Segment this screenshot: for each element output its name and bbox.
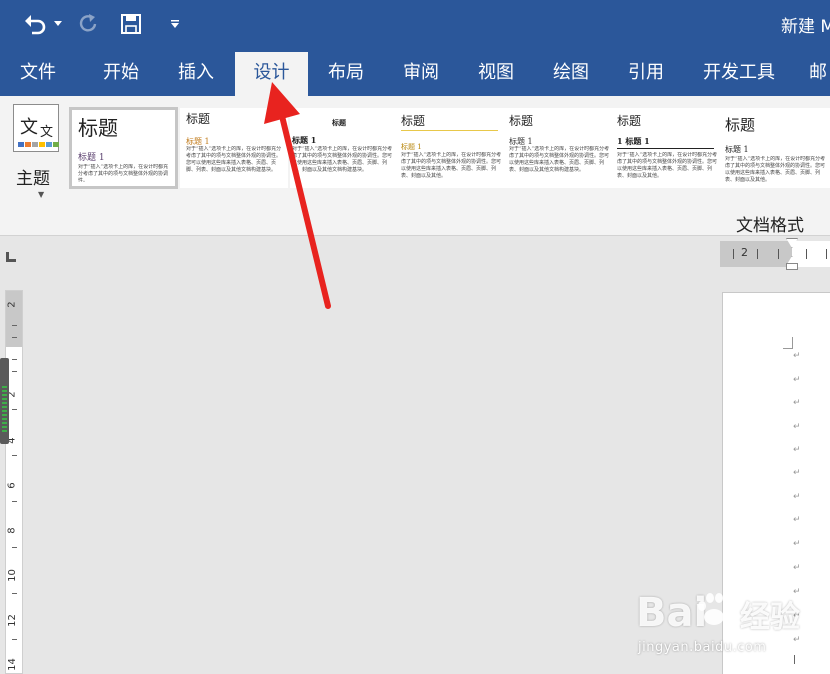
ruler-tick — [12, 337, 17, 338]
ruler-tick — [12, 547, 17, 548]
watermark-url: jingyan.baidu.com — [638, 640, 767, 655]
watermark: Bai 经验 jingyan.baidu.com — [636, 590, 826, 670]
themes-label: 主题 — [16, 169, 50, 189]
paw-logo-icon — [698, 593, 731, 625]
ruler-number: 12 — [6, 614, 18, 627]
ruler-number: 10 — [6, 569, 18, 582]
left-tab-stop-icon — [6, 252, 16, 262]
ruler-tick — [12, 359, 17, 360]
undo-button[interactable] — [22, 10, 48, 38]
annotation-arrow — [264, 82, 331, 309]
style-set-thumbnail[interactable]: 标题 标题 1 对于“插入”选项卡上的库，在设计时都充分考虑了其中的项与文档整体… — [722, 108, 830, 188]
watermark-jingyan: 经验 — [740, 600, 800, 635]
ruler-margin-area — [6, 291, 22, 347]
scroll-handle[interactable] — [0, 358, 9, 444]
document-title: 新建 M — [781, 17, 830, 37]
themes-button[interactable]: 文 文 主题 ▼ — [8, 104, 66, 200]
tab-mailings[interactable]: 邮 — [806, 50, 830, 96]
style-set-thumbnail[interactable]: 标题 标题 1 对于“插入”选项卡上的库，在设计时都充分考虑了其中的项与文档整体… — [398, 108, 506, 188]
grip-icon — [2, 386, 7, 434]
paragraph-mark: ↵ — [793, 515, 801, 525]
paragraph-mark: ↵ — [793, 468, 801, 478]
ruler-tick — [733, 249, 734, 259]
paragraph-mark: ↵ — [793, 422, 801, 432]
caret-down-icon — [54, 21, 62, 26]
horizontal-ruler[interactable]: 2 — [720, 238, 830, 270]
paragraph-mark: ↵ — [793, 492, 801, 502]
title-bar: 新建 M — [0, 0, 830, 50]
undo-dropdown-button[interactable] — [52, 10, 64, 38]
paragraph-mark: ↵ — [793, 539, 801, 549]
title-underline — [401, 130, 498, 131]
ribbon-tabs: 文件 开始 插入 设计 布局 审阅 视图 绘图 引用 开发工具 邮 — [0, 50, 830, 96]
tab-developer[interactable]: 开发工具 — [695, 50, 783, 96]
ruler-tick — [12, 371, 17, 372]
tab-selector[interactable] — [0, 236, 30, 272]
redo-button[interactable] — [78, 10, 100, 38]
undo-icon — [25, 15, 46, 35]
tab-review[interactable]: 审阅 — [393, 50, 449, 96]
ruler-tick — [12, 593, 17, 594]
ruler-tick — [12, 455, 17, 456]
ruler-tick — [12, 639, 17, 640]
tab-references[interactable]: 引用 — [618, 50, 674, 96]
margin-corner-mark — [783, 337, 793, 349]
ruler-number: 14 — [6, 658, 18, 671]
ruler-number: 6 — [6, 482, 18, 489]
style-set-thumbnail[interactable]: 标题 1 标题 1 对于“插入”选项卡上的库，在设计时都充分考虑了其中的项与文档… — [614, 108, 722, 188]
tab-file[interactable]: 文件 — [10, 50, 66, 96]
ruler-tick — [806, 249, 807, 259]
save-icon — [121, 14, 141, 34]
theme-icon: 文 文 — [13, 104, 59, 152]
paragraph-mark: ↵ — [793, 445, 801, 455]
paragraph-mark: ↵ — [793, 398, 801, 408]
customize-qat-button[interactable] — [168, 10, 182, 38]
style-set-thumbnail[interactable]: 标题 标题 1 对于“插入”选项卡上的库，在设计时都充分考虑了其中的项与文档整体… — [69, 107, 178, 189]
ruler-number: 2 — [6, 301, 18, 308]
document-formatting-group-label: 文档格式 — [736, 216, 804, 236]
redo-icon — [79, 14, 97, 32]
style-set-thumbnail[interactable]: 标题 标题 1 对于“插入”选项卡上的库，在设计时都充分考虑了其中的项与文档整体… — [506, 108, 614, 188]
ruler-tick — [778, 249, 779, 259]
ruler-tick — [12, 325, 17, 326]
paragraph-mark: ↵ — [793, 375, 801, 385]
ruler-number: 2 — [741, 246, 748, 259]
save-button[interactable] — [119, 10, 143, 38]
tab-view[interactable]: 视图 — [468, 50, 524, 96]
vertical-ruler[interactable]: 2 2 4 6 8 10 12 14 — [5, 290, 23, 674]
tab-draw[interactable]: 绘图 — [543, 50, 599, 96]
ruler-tick — [12, 501, 17, 502]
chevron-down-icon: ▼ — [38, 190, 45, 199]
ribbon-design-panel: 文 文 主题 ▼ 标题 标题 1 对于“插入”选项卡上的库，在设计时都充分考虑了… — [0, 96, 830, 236]
ruler-tick — [826, 249, 827, 259]
left-indent-marker[interactable] — [786, 263, 798, 270]
ruler-number: 8 — [6, 527, 18, 534]
tab-home[interactable]: 开始 — [93, 50, 149, 96]
tab-insert[interactable]: 插入 — [168, 50, 224, 96]
heading-underline — [617, 148, 714, 149]
ruler-tick — [12, 409, 17, 410]
customize-qat-icon — [171, 20, 179, 28]
paragraph-mark: ↵ — [793, 563, 801, 573]
ruler-tick — [757, 249, 758, 259]
paragraph-mark: ↵ — [793, 351, 801, 361]
